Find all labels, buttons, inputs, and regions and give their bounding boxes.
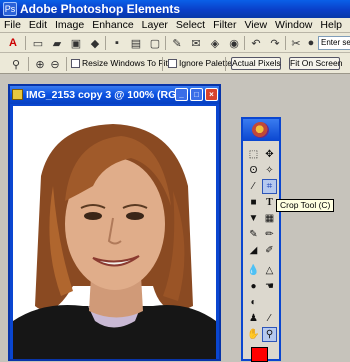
zoom-tool-icon: ⚲ (11, 58, 21, 71)
sharpen-tool-icon[interactable]: △ (262, 263, 277, 278)
eraser-tool-icon[interactable]: ◢ (246, 243, 261, 258)
crop-tool-icon[interactable]: ⌗ (262, 179, 277, 194)
selection-brush-icon[interactable]: ⁄ (246, 179, 261, 194)
pencil-tool-icon[interactable]: ✏ (262, 227, 277, 242)
menu-image[interactable]: Image (51, 18, 88, 33)
import-icon[interactable]: ◆ (87, 35, 103, 51)
new-file-icon[interactable]: ▭ (30, 35, 46, 51)
brush-tool-icon[interactable]: ✎ (246, 227, 261, 242)
magic-wand-tool-icon[interactable]: ✧ (262, 163, 277, 178)
ps-logo-icon: Ps (3, 2, 17, 16)
paint-bucket-icon[interactable]: ▼ (246, 211, 261, 226)
actual-pixels-button[interactable]: Actual Pixels (231, 57, 281, 70)
portrait-photo (13, 106, 216, 359)
zoom-tool-icon[interactable]: ⚲ (262, 327, 277, 342)
toolbar-separator (285, 36, 286, 50)
app-title: Adobe Photoshop Elements (20, 2, 181, 16)
document-icon (12, 89, 23, 100)
help-icon[interactable]: ● (303, 35, 319, 51)
toolbox-palette[interactable]: ⬚ ✥ ʘ ✧ ⁄ ⌗ ■ T ▼ ▦ ✎ ✏ ◢ ✐ 💧 △ ● ☚ ◐ ♟ … (241, 117, 281, 362)
toolbar-separator (105, 36, 106, 50)
ignore-palettes-label: Ignore Palettes (179, 58, 237, 68)
online-services-icon[interactable]: ◉ (226, 35, 242, 51)
attach-icon[interactable]: ✎ (169, 35, 185, 51)
maximize-icon[interactable]: □ (190, 88, 203, 101)
toolbar-separator (165, 36, 166, 50)
menubar: File Edit Image Enhance Layer Select Fil… (0, 18, 350, 33)
toolbar-separator (244, 36, 245, 50)
save-icon[interactable]: ▪ (109, 35, 125, 51)
browse-icon[interactable]: ▣ (68, 35, 84, 51)
image-window-title: IMG_2153 copy 3 @ 100% (RGB) (26, 89, 188, 101)
app-title-bar: Adobe Photoshop Elements (0, 0, 350, 18)
move-tool-icon[interactable]: ✥ (262, 147, 277, 162)
minimize-icon[interactable]: _ (175, 88, 188, 101)
toolbar-separator (25, 36, 26, 50)
menu-layer[interactable]: Layer (138, 18, 172, 33)
zoom-in-icon[interactable]: ⊕ (32, 56, 48, 72)
hand-tool-icon[interactable]: ✋ (246, 327, 261, 342)
smudge-tool-icon[interactable]: ☚ (262, 279, 277, 294)
open-folder-icon[interactable]: ▰ (49, 35, 65, 51)
elements-logo-icon (252, 122, 269, 138)
clone-stamp-icon[interactable]: ♟ (246, 311, 261, 326)
redo-icon[interactable]: ↷ (267, 35, 283, 51)
resize-windows-checkbox[interactable] (71, 59, 80, 68)
type-tool-icon[interactable]: T (262, 195, 277, 210)
lasso-tool-icon[interactable]: ʘ (246, 163, 261, 178)
toolbar-separator (225, 57, 226, 71)
print-icon[interactable]: ▤ (128, 35, 144, 51)
cut-icon[interactable]: ✂ (288, 35, 304, 51)
options-bar: ⚲ ⊕ ⊖ Resize Windows To Fit Ignore Palet… (0, 53, 350, 74)
shortcuts-toolbar: A ▭ ▰ ▣ ◆ ▪ ▤ ▢ ✎ ✉ ◈ ◉ ↶ ↷ ✂ ● Enter se (0, 33, 350, 53)
toolbar-separator (28, 57, 29, 71)
menu-view[interactable]: View (240, 18, 271, 33)
menu-select[interactable]: Select (172, 18, 209, 33)
undo-icon[interactable]: ↶ (248, 35, 264, 51)
menu-enhance[interactable]: Enhance (88, 18, 137, 33)
foreground-color-swatch[interactable] (251, 347, 268, 362)
sponge-tool-icon[interactable]: ● (246, 279, 261, 294)
help-search-input[interactable]: Enter se (318, 36, 350, 50)
step-icon[interactable]: ◈ (207, 35, 223, 51)
menu-file[interactable]: File (0, 18, 25, 33)
menu-help[interactable]: Help (316, 18, 346, 33)
zoom-out-icon[interactable]: ⊖ (47, 56, 63, 72)
toolbar-separator (66, 57, 67, 71)
image-canvas[interactable] (13, 106, 216, 359)
menu-edit[interactable]: Edit (25, 18, 51, 33)
image-window[interactable]: IMG_2153 copy 3 @ 100% (RGB) _ □ × (8, 84, 221, 361)
close-icon[interactable]: × (205, 88, 218, 101)
blur-tool-icon[interactable]: 💧 (246, 263, 261, 278)
shape-tool-icon[interactable]: ■ (246, 195, 261, 210)
fit-on-screen-button[interactable]: Fit On Screen (289, 57, 342, 70)
menu-filter[interactable]: Filter (209, 18, 240, 33)
eyedropper-tool-icon[interactable]: ⁄ (262, 311, 277, 326)
marquee-tool-icon[interactable]: ⬚ (246, 147, 261, 162)
resize-windows-label: Resize Windows To Fit (82, 58, 168, 68)
email-icon[interactable]: ✉ (188, 35, 204, 51)
toolbar-separator (162, 57, 163, 71)
crop-tool-tooltip: Crop Tool (C) (276, 199, 335, 212)
red-eye-tool-icon[interactable]: ◐ (246, 295, 261, 310)
web-icon[interactable]: ▢ (147, 35, 163, 51)
menu-window[interactable]: Window (271, 18, 316, 33)
adobe-icon[interactable]: A (5, 35, 21, 51)
impressionist-brush-icon[interactable]: ✐ (262, 243, 277, 258)
ignore-palettes-checkbox[interactable] (168, 59, 177, 68)
gradient-tool-icon[interactable]: ▦ (262, 211, 277, 226)
